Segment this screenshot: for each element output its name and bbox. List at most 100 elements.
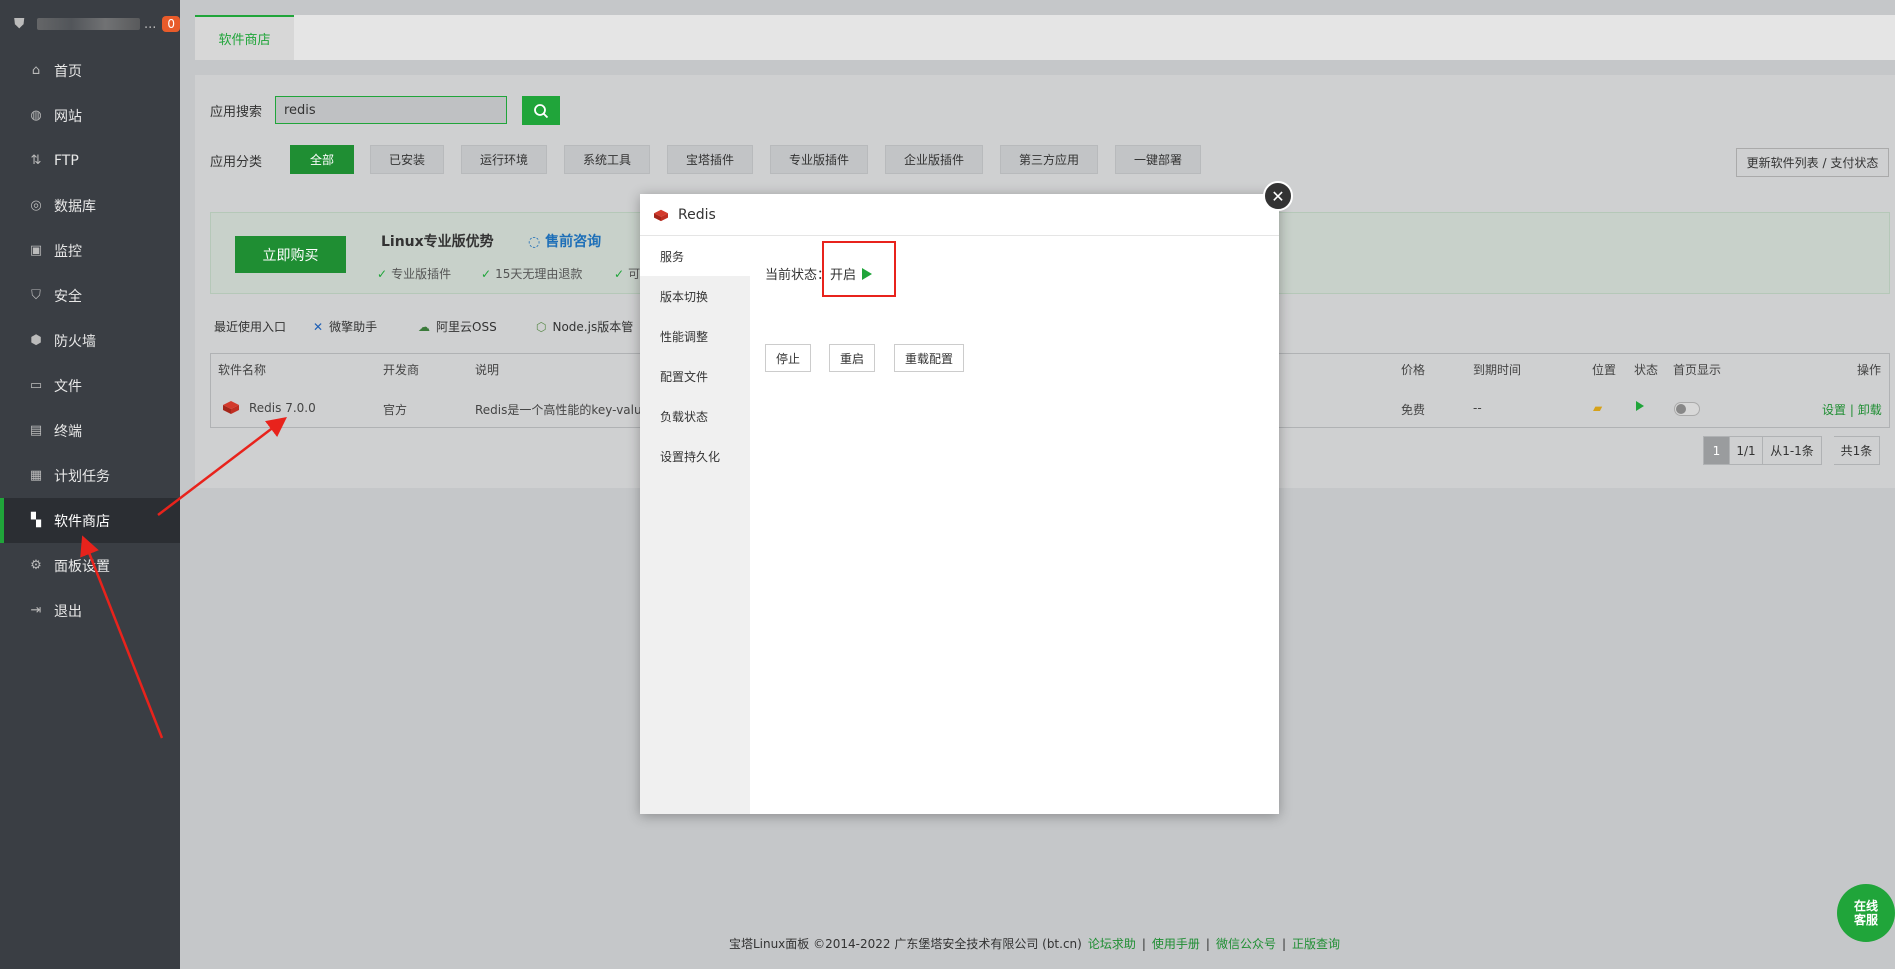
category-installed[interactable]: 已安装 xyxy=(370,145,444,174)
category-one-click-deploy[interactable]: 一键部署 xyxy=(1115,145,1201,174)
feature-label: 专业版插件 xyxy=(391,267,452,281)
reload-config-button[interactable]: 重载配置 xyxy=(894,344,964,372)
redis-logo-icon xyxy=(654,209,668,221)
category-all[interactable]: 全部 xyxy=(290,145,354,174)
sidebar-item-home[interactable]: ⌂ 首页 xyxy=(0,48,180,93)
sidebar-item-security[interactable]: ⛉ 安全 xyxy=(0,273,180,318)
home-icon: ⌂ xyxy=(31,63,41,78)
modal-tab-performance[interactable]: 性能调整 xyxy=(640,316,750,356)
software-name[interactable]: Redis 7.0.0 xyxy=(249,401,316,415)
sidebar-item-monitor[interactable]: ▣ 监控 xyxy=(0,228,180,273)
sidebar-item-firewall[interactable]: ⬢ 防火墙 xyxy=(0,318,180,363)
sidebar-item-files[interactable]: ▭ 文件 xyxy=(0,363,180,408)
server-name-blurred xyxy=(36,18,140,30)
category-system-tools[interactable]: 系统工具 xyxy=(564,145,650,174)
column-header-developer: 开发商 xyxy=(383,363,420,377)
footer-link-license-check[interactable]: 正版查询 xyxy=(1292,935,1340,952)
column-header-actions: 操作 xyxy=(1857,363,1882,377)
sidebar-item-ftp[interactable]: ⇅ FTP xyxy=(0,138,180,183)
homepage-toggle[interactable] xyxy=(1674,402,1700,416)
column-header-description: 说明 xyxy=(475,363,500,377)
redis-icon xyxy=(221,399,241,418)
folder-icon[interactable]: ▰ xyxy=(1593,401,1602,415)
recent-item-weiqing[interactable]: ✕ 微擎助手 xyxy=(313,318,377,335)
sidebar-item-label: 终端 xyxy=(54,423,82,440)
sidebar-item-database[interactable]: ◎ 数据库 xyxy=(0,183,180,228)
close-icon[interactable]: ✕ xyxy=(1263,181,1293,211)
stop-button[interactable]: 停止 xyxy=(765,344,811,372)
search-button[interactable] xyxy=(522,96,560,125)
footer-link-manual[interactable]: 使用手册 xyxy=(1152,935,1200,952)
column-header-homepage: 首页显示 xyxy=(1673,363,1722,377)
column-header-status: 状态 xyxy=(1634,363,1659,377)
row-actions: 设置 | 卸载 xyxy=(1822,401,1882,418)
footer-link-wechat[interactable]: 微信公众号 xyxy=(1216,935,1276,952)
sidebar-item-label: 退出 xyxy=(54,603,82,620)
modal-tab-version-switch[interactable]: 版本切换 xyxy=(640,276,750,316)
status-label: 当前状态： xyxy=(765,268,831,283)
footer-link-forum[interactable]: 论坛求助 xyxy=(1088,935,1136,952)
sidebar-item-label: 文件 xyxy=(54,378,82,395)
ftp-icon: ⇅ xyxy=(30,153,42,168)
pager-current-page[interactable]: 1 xyxy=(1703,436,1730,465)
sidebar-item-website[interactable]: ◍ 网站 xyxy=(0,93,180,138)
recent-item-aliyun-oss[interactable]: ☁ 阿里云OSS xyxy=(418,318,497,335)
uninstall-link[interactable]: 卸载 xyxy=(1858,403,1882,417)
column-header-price: 价格 xyxy=(1401,363,1426,377)
sidebar-item-panel-settings[interactable]: ⚙ 面板设置 xyxy=(0,543,180,588)
category-pro-plugins[interactable]: 专业版插件 xyxy=(770,145,868,174)
check-icon: ✓ xyxy=(614,267,625,281)
recent-item-nodejs[interactable]: ⬡ Node.js版本管 xyxy=(536,318,633,335)
tools-icon: ✕ xyxy=(313,320,324,334)
check-icon: ✓ xyxy=(377,267,388,281)
footer-separator: | xyxy=(1281,936,1287,951)
sidebar-item-cron[interactable]: ▦ 计划任务 xyxy=(0,453,180,498)
update-list-button[interactable]: 更新软件列表 / 支付状态 xyxy=(1736,148,1889,177)
column-header-name: 软件名称 xyxy=(218,363,267,377)
search-icon xyxy=(534,103,549,118)
cloud-icon: ☁ xyxy=(418,320,430,334)
sidebar-item-label: 面板设置 xyxy=(54,558,110,575)
sidebar-item-terminal[interactable]: ▤ 终端 xyxy=(0,408,180,453)
category-third-party[interactable]: 第三方应用 xyxy=(1000,145,1098,174)
grid-icon: ▚ xyxy=(31,513,41,528)
modal-tab-config-file[interactable]: 配置文件 xyxy=(640,356,750,396)
sidebar-item-software-store[interactable]: ▚ 软件商店 xyxy=(0,498,180,543)
presale-consult-link[interactable]: ◌ 售前咨询 xyxy=(528,231,601,251)
modal-tab-persistence[interactable]: 设置持久化 xyxy=(640,436,750,476)
feature-label: 15天无理由退款 xyxy=(495,267,583,281)
tab-bar: 软件商店 xyxy=(195,15,1895,60)
sidebar-item-label: 监控 xyxy=(54,243,82,260)
play-icon[interactable] xyxy=(1634,399,1646,416)
software-price: 免费 xyxy=(1401,403,1426,417)
check-icon: ✓ xyxy=(481,267,492,281)
actions-separator: | xyxy=(1849,403,1854,417)
settings-link[interactable]: 设置 xyxy=(1822,403,1846,417)
buy-now-button[interactable]: 立即购买 xyxy=(235,236,346,273)
tab-software-store[interactable]: 软件商店 xyxy=(195,15,294,60)
category-runtime[interactable]: 运行环境 xyxy=(461,145,547,174)
nodejs-icon: ⬡ xyxy=(536,320,547,334)
modal-tab-load-status[interactable]: 负载状态 xyxy=(640,396,750,436)
sidebar-item-logout[interactable]: ⇥ 退出 xyxy=(0,588,180,633)
folder-icon: ▭ xyxy=(29,378,43,393)
software-description: Redis是一个高性能的key-value xyxy=(475,403,649,417)
chat-bubble-icon: ◌ xyxy=(528,234,546,250)
notification-badge[interactable]: 0 xyxy=(162,16,180,32)
category-bt-plugins[interactable]: 宝塔插件 xyxy=(667,145,753,174)
restart-button[interactable]: 重启 xyxy=(829,344,875,372)
sidebar-item-label: FTP xyxy=(54,152,79,169)
redis-modal: Redis 服务 版本切换 性能调整 配置文件 负载状态 设置持久化 当前状态：… xyxy=(640,194,1279,814)
feature-item: ✓ 15天无理由退款 xyxy=(481,265,582,282)
column-header-expire: 到期时间 xyxy=(1473,363,1522,377)
search-input-value: redis xyxy=(284,102,316,118)
modal-tab-service[interactable]: 服务 xyxy=(640,236,750,276)
category-enterprise-plugins[interactable]: 企业版插件 xyxy=(885,145,983,174)
calendar-icon: ▦ xyxy=(29,468,43,483)
search-input[interactable]: redis xyxy=(275,96,507,124)
pager-range: 从1-1条 xyxy=(1762,436,1822,465)
server-name-ellipsis: ... xyxy=(143,16,157,32)
chat-line-2: 客服 xyxy=(1853,913,1878,927)
sidebar-item-label: 计划任务 xyxy=(54,468,110,485)
online-support-button[interactable]: 在线 客服 xyxy=(1837,884,1895,942)
